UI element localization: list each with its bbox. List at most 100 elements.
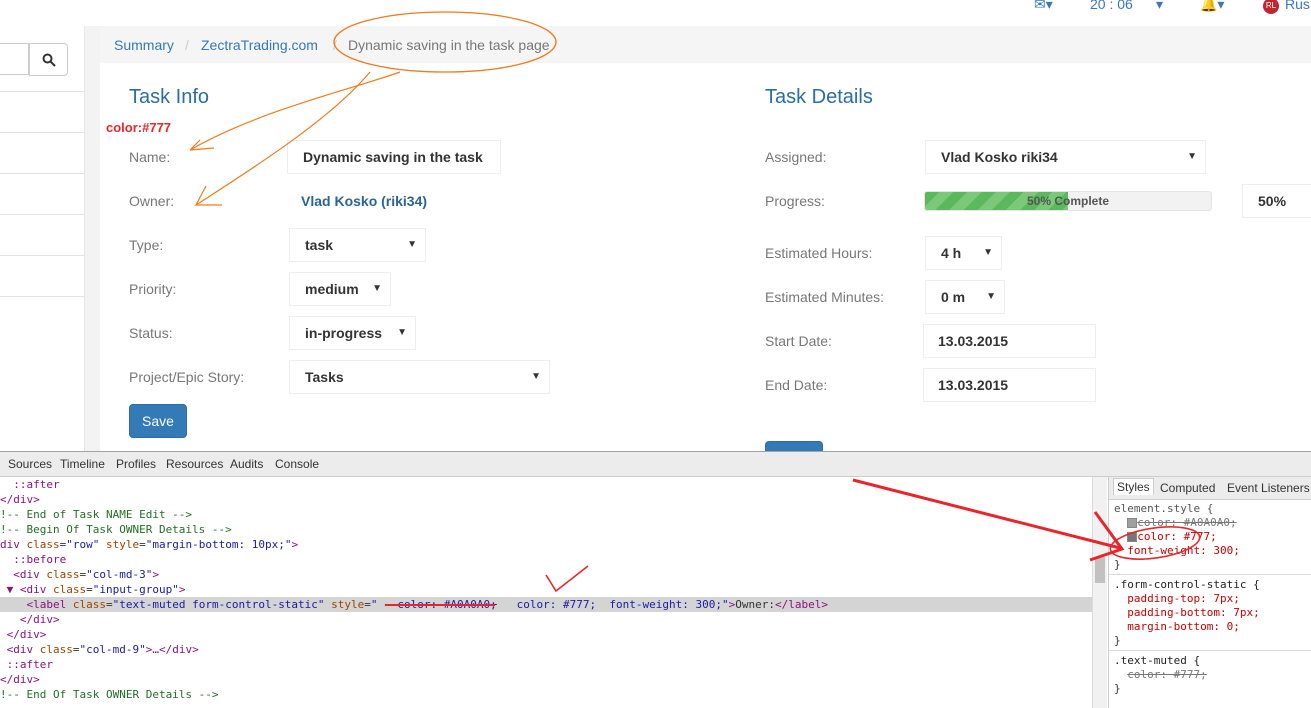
bell-icon[interactable]: 🔔▾ <box>1200 0 1224 13</box>
chevron-down-icon: ▼ <box>397 327 407 338</box>
scrollbar-thumb[interactable] <box>1095 557 1105 583</box>
save-button[interactable]: Save <box>129 404 187 438</box>
assigned-value: Vlad Kosko riki34 <box>941 149 1058 165</box>
dom-comment[interactable]: !-- End Of Task OWNER Details --> <box>0 687 1092 702</box>
tab-audits[interactable]: Audits <box>230 457 263 471</box>
top-navbar: ✉▾ 20 : 06 ▾ 🔔▾ RL Rus <box>0 0 1311 26</box>
style-rule-close: } <box>1114 558 1121 571</box>
dom-node[interactable]: ▼ <div class="input-group"> <box>0 582 1092 597</box>
project-select[interactable]: Tasks ▼ <box>289 360 550 394</box>
style-rule-selector: .form-control-static { <box>1114 578 1260 591</box>
style-property[interactable]: font-weight: 300; <box>1114 544 1240 558</box>
tab-event-listeners[interactable]: Event Listeners <box>1227 481 1310 495</box>
progress-input[interactable]: 50% <box>1242 184 1311 218</box>
sidebar-divider <box>0 91 84 92</box>
chevron-down-icon: ▼ <box>531 371 541 382</box>
dom-node[interactable]: ::before <box>0 552 1092 567</box>
end-date-value: 13.03.2015 <box>938 377 1009 393</box>
mail-icon[interactable]: ✉▾ <box>1034 0 1053 13</box>
dom-node[interactable]: <div class="col-md-3"> <box>0 567 1092 582</box>
style-property[interactable]: color: #777; <box>1114 530 1217 544</box>
tab-timeline[interactable]: Timeline <box>60 457 105 471</box>
style-property[interactable]: padding-top: 7px; <box>1114 592 1240 606</box>
end-date-field[interactable]: 13.03.2015 <box>923 368 1096 402</box>
devtools-tabbar: Sources Timeline Profiles Resources Audi… <box>0 452 1311 477</box>
start-date-label: Start Date: <box>765 333 832 349</box>
dom-comment[interactable]: !-- End of Task NAME Edit --> <box>0 507 1092 522</box>
chevron-down-icon: ▼ <box>1187 151 1197 162</box>
hours-select[interactable]: 4 h ▼ <box>925 236 1002 270</box>
tab-console[interactable]: Console <box>275 457 319 471</box>
breadcrumb-project[interactable]: ZectraTrading.com <box>201 37 318 53</box>
tab-profiles[interactable]: Profiles <box>116 457 156 471</box>
start-date-field[interactable]: 13.03.2015 <box>923 324 1096 358</box>
style-rule-close: } <box>1114 634 1121 647</box>
details-save-button[interactable] <box>765 441 823 451</box>
project-value: Tasks <box>305 369 344 385</box>
styles-tabbar: Styles Computed Event Listeners <box>1109 477 1311 500</box>
assigned-select[interactable]: Vlad Kosko riki34 ▼ <box>925 140 1206 174</box>
dom-node[interactable]: </div> <box>0 627 1092 642</box>
style-divider <box>1109 574 1311 575</box>
start-date-value: 13.03.2015 <box>938 333 1009 349</box>
dom-node[interactable]: </div> <box>0 492 1092 507</box>
dom-node[interactable]: ::after <box>0 477 1092 492</box>
style-rule-close: } <box>1114 682 1121 695</box>
style-property[interactable]: color: #777; <box>1114 668 1206 682</box>
clock-chevron-down-icon[interactable]: ▾ <box>1156 0 1163 13</box>
annotation-color-note: color:#777 <box>106 120 172 135</box>
search-button[interactable] <box>29 43 68 76</box>
progress-label: Progress: <box>765 193 825 209</box>
progress-text: 50% Complete <box>1026 194 1110 208</box>
color-swatch <box>1127 518 1138 528</box>
sidebar <box>0 26 85 451</box>
end-date-label: End Date: <box>765 377 828 393</box>
assigned-label: Assigned: <box>765 149 827 165</box>
task-info-title: Task Info <box>129 86 210 108</box>
task-details-title: Task Details <box>765 86 873 108</box>
style-divider <box>1109 650 1311 651</box>
elements-scrollbar[interactable] <box>1092 477 1107 708</box>
hours-value: 4 h <box>941 245 962 261</box>
dom-comment[interactable]: !-- Begin Of Task OWNER Details --> <box>0 522 1092 537</box>
status-value: in-progress <box>305 325 383 341</box>
name-label: Name: <box>129 149 171 165</box>
minutes-value: 0 m <box>941 289 966 305</box>
owner-link[interactable]: Vlad Kosko (riki34) <box>301 193 427 209</box>
breadcrumb-summary[interactable]: Summary <box>114 37 174 53</box>
minutes-label: Estimated Minutes: <box>765 289 885 305</box>
minutes-select[interactable]: 0 m ▼ <box>925 280 1005 314</box>
dom-node[interactable]: ::after <box>0 657 1092 672</box>
style-rule-selector: element.style { <box>1114 502 1214 515</box>
progress-value: 50% <box>1258 193 1287 209</box>
style-property[interactable]: margin-bottom: 0; <box>1114 620 1240 634</box>
tab-resources[interactable]: Resources <box>166 457 223 471</box>
chevron-down-icon: ▼ <box>986 291 996 302</box>
type-select[interactable]: task ▼ <box>289 228 426 262</box>
task-name-field[interactable]: Dynamic saving in the task <box>287 140 501 174</box>
dom-node[interactable]: div class="row" style="margin-bottom: 10… <box>0 537 1092 552</box>
dom-node[interactable]: </div> <box>0 612 1092 627</box>
style-property[interactable]: color: #A0A0A0; <box>1114 516 1237 530</box>
dom-node-selected[interactable]: <label class="text-muted form-control-st… <box>0 597 1092 612</box>
status-select[interactable]: in-progress ▼ <box>289 316 416 350</box>
user-name[interactable]: Rus <box>1285 0 1310 12</box>
elements-tree: ::after </div> !-- End of Task NAME Edit… <box>0 477 1092 708</box>
tab-sources[interactable]: Sources <box>8 457 52 471</box>
dom-node[interactable]: <div class="col-md-9">…</div> <box>0 642 1092 657</box>
style-property[interactable]: padding-bottom: 7px; <box>1114 606 1259 620</box>
dom-node[interactable]: </div> <box>0 672 1092 687</box>
priority-select[interactable]: medium ▼ <box>289 272 391 306</box>
search-input[interactable] <box>0 43 29 75</box>
project-label: Project/Epic Story: <box>129 369 245 385</box>
chevron-down-icon: ▼ <box>983 247 993 258</box>
clock-display[interactable]: 20 : 06 <box>1090 0 1133 12</box>
color-swatch <box>1127 532 1138 542</box>
chevron-down-icon: ▼ <box>407 239 417 250</box>
search-icon <box>42 53 56 67</box>
tab-styles[interactable]: Styles <box>1113 478 1154 495</box>
sidebar-divider <box>0 214 84 215</box>
tab-computed[interactable]: Computed <box>1160 481 1215 495</box>
breadcrumb-separator: / <box>333 37 337 53</box>
avatar[interactable]: RL <box>1263 0 1279 14</box>
